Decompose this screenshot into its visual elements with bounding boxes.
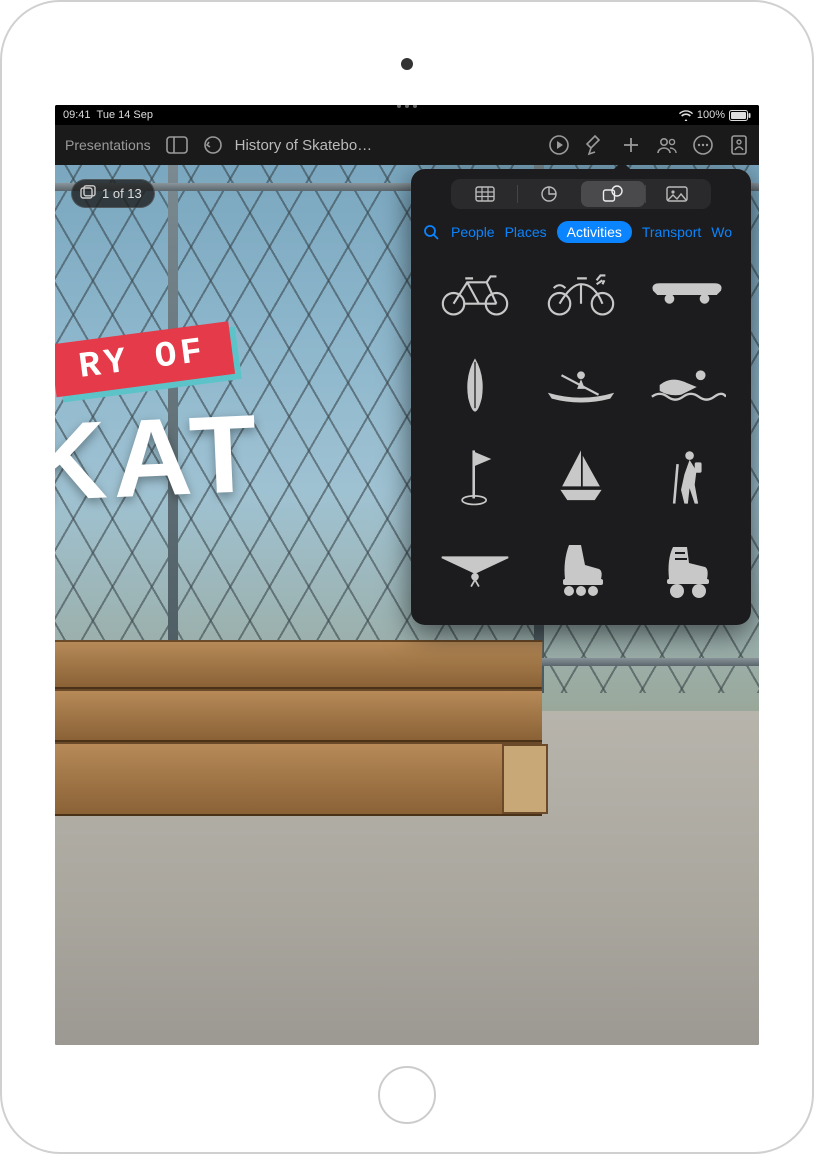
play-button[interactable] <box>545 131 573 159</box>
front-camera <box>401 58 413 70</box>
shape-category-row: People Places Activities Transport Wo <box>423 219 739 253</box>
shape-bicycle-road[interactable] <box>429 257 521 329</box>
slide-navigator-button[interactable]: 1 of 13 <box>71 179 155 208</box>
more-button[interactable] <box>689 131 717 159</box>
search-shapes-button[interactable] <box>423 224 441 240</box>
home-button[interactable] <box>378 1066 436 1124</box>
format-brush-button[interactable] <box>581 131 609 159</box>
multitask-indicator[interactable] <box>397 105 417 108</box>
shape-skateboard[interactable] <box>641 257 733 329</box>
cat-places[interactable]: Places <box>505 224 547 240</box>
slide-counter: 1 of 13 <box>102 186 142 201</box>
sidebar-toggle-button[interactable] <box>163 131 191 159</box>
slide-canvas[interactable]: RY OF KAT 1 of 13 <box>55 165 759 1045</box>
shape-hiking[interactable] <box>641 441 733 513</box>
presenter-notes-button[interactable] <box>725 131 753 159</box>
shape-rollerblade[interactable] <box>535 533 627 605</box>
status-date: Tue 14 Sep <box>97 109 153 121</box>
seg-media[interactable] <box>646 181 710 207</box>
slides-icon <box>80 185 96 202</box>
shape-surfboard[interactable] <box>429 349 521 421</box>
cat-people[interactable]: People <box>451 224 495 240</box>
battery-icon <box>729 110 751 121</box>
shape-sailboat[interactable] <box>535 441 627 513</box>
app-toolbar: Presentations History of Skatebo… <box>55 125 759 165</box>
cat-transport[interactable]: Transport <box>642 224 701 240</box>
undo-button[interactable] <box>199 131 227 159</box>
seg-charts[interactable] <box>518 181 582 207</box>
back-label: Presentations <box>65 137 151 153</box>
shape-hang-glider[interactable] <box>429 533 521 605</box>
seg-shapes[interactable] <box>581 181 645 207</box>
slide-title-line1: RY OF <box>55 321 235 397</box>
slide-title-line2: KAT <box>55 390 266 527</box>
insert-popover: People Places Activities Transport Wo <box>411 169 751 625</box>
insert-type-segmented-control <box>451 179 711 209</box>
status-time: 09:41 <box>63 109 91 121</box>
cat-work[interactable]: Wo <box>711 224 732 240</box>
shapes-grid <box>423 253 739 609</box>
shape-golf-flag[interactable] <box>429 441 521 513</box>
shape-rowing[interactable] <box>535 349 627 421</box>
shape-swimming[interactable] <box>641 349 733 421</box>
shape-bicycle-city[interactable] <box>535 257 627 329</box>
back-button[interactable]: Presentations <box>61 131 155 159</box>
collaborate-button[interactable] <box>653 131 681 159</box>
shape-rollerskate[interactable] <box>641 533 733 605</box>
status-battery-pct: 100% <box>697 109 725 121</box>
slide-wood-stack <box>55 640 542 816</box>
status-bar: 09:41 Tue 14 Sep 100% <box>55 105 759 125</box>
wifi-icon <box>679 110 693 121</box>
cat-activities[interactable]: Activities <box>557 221 632 243</box>
seg-tables[interactable] <box>453 181 517 207</box>
insert-button[interactable] <box>617 131 645 159</box>
document-title[interactable]: History of Skatebo… <box>235 137 373 154</box>
